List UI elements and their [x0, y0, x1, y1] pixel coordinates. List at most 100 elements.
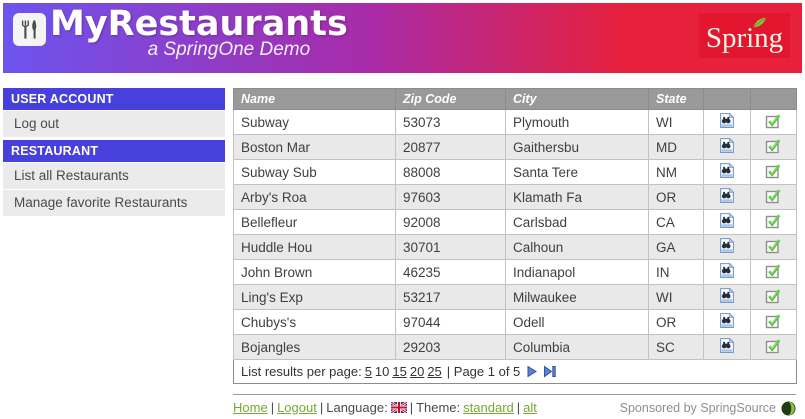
language-label: Language:	[326, 400, 387, 415]
footer-link-home[interactable]: Home	[233, 400, 268, 415]
restaurant-row: Bellefleur 92008 Carlsbad CA	[234, 210, 797, 235]
restaurant-zip: 46235	[396, 260, 506, 285]
view-details-icon[interactable]	[719, 337, 735, 354]
view-details-icon[interactable]	[719, 162, 735, 179]
favorite-cell	[751, 110, 797, 135]
view-details-icon[interactable]	[719, 262, 735, 279]
restaurant-zip: 20877	[396, 135, 506, 160]
title-block: MyRestaurants a SpringOne Demo	[50, 4, 348, 61]
view-details-icon[interactable]	[719, 312, 735, 329]
restaurant-name: Ling's Exp	[234, 285, 396, 310]
view-cell	[704, 110, 751, 135]
per-page-option-15[interactable]: 15	[392, 364, 406, 379]
restaurant-state: GA	[649, 235, 704, 260]
restaurant-city: Calhoun	[506, 235, 649, 260]
restaurant-city: Odell	[506, 310, 649, 335]
next-page-icon[interactable]	[525, 365, 538, 378]
restaurant-row: John Brown 46235 Indianapol IN	[234, 260, 797, 285]
spring-logo: Spring	[699, 13, 790, 58]
view-details-icon[interactable]	[719, 212, 735, 229]
last-page-icon[interactable]	[543, 365, 557, 378]
restaurant-name: Arby's Roa	[234, 185, 396, 210]
view-cell	[704, 160, 751, 185]
view-details-icon[interactable]	[719, 287, 735, 304]
restaurant-state: NM	[649, 160, 704, 185]
table-header-row: Name Zip Code City State	[234, 89, 797, 110]
favorite-cell	[751, 160, 797, 185]
favorite-checked-icon[interactable]	[765, 313, 782, 329]
restaurant-state: IN	[649, 260, 704, 285]
separator: |	[517, 400, 520, 415]
footer-links: Home|Logout|Language:|Theme:standard|alt	[233, 400, 540, 416]
per-page-option-25[interactable]: 25	[427, 364, 441, 379]
view-details-icon[interactable]	[719, 237, 735, 254]
favorite-cell	[751, 210, 797, 235]
restaurant-name: Bellefleur	[234, 210, 396, 235]
restaurant-city: Plymouth	[506, 110, 649, 135]
theme-label: Theme:	[416, 400, 460, 415]
view-cell	[704, 185, 751, 210]
per-page-option-5[interactable]: 5	[365, 364, 372, 379]
restaurant-city: Gaithersbu	[506, 135, 649, 160]
view-cell	[704, 260, 751, 285]
restaurant-zip: 88008	[396, 160, 506, 185]
sidebar-header-restaurant: RESTAURANT	[3, 140, 225, 162]
favorite-checked-icon[interactable]	[765, 138, 782, 154]
favorite-checked-icon[interactable]	[765, 163, 782, 179]
sidebar-item-logout[interactable]: Log out	[3, 111, 225, 137]
per-page-option-10-current: 10	[375, 364, 389, 379]
favorite-cell	[751, 260, 797, 285]
favorite-cell	[751, 335, 797, 360]
restaurant-name: Bojangles	[234, 335, 396, 360]
restaurant-row: Subway 53073 Plymouth WI	[234, 110, 797, 135]
sidebar-item-list-all-restaurants[interactable]: List all Restaurants	[3, 163, 225, 189]
favorite-checked-icon[interactable]	[765, 288, 782, 304]
restaurant-city: Indianapol	[506, 260, 649, 285]
sidebar-header-user-account: USER ACCOUNT	[3, 88, 225, 110]
utensils-icon	[13, 13, 46, 46]
favorite-checked-icon[interactable]	[765, 113, 782, 129]
favorite-checked-icon[interactable]	[765, 263, 782, 279]
springsource-logo-icon	[781, 401, 796, 416]
restaurant-row: Ling's Exp 53217 Milwaukee WI	[234, 285, 797, 310]
footer-link-logout[interactable]: Logout	[277, 400, 317, 415]
favorite-cell	[751, 135, 797, 160]
restaurant-city: Carlsbad	[506, 210, 649, 235]
uk-flag-icon[interactable]	[391, 401, 407, 416]
favorite-cell	[751, 310, 797, 335]
view-cell	[704, 285, 751, 310]
sponsored-text: Sponsored by SpringSource	[620, 401, 776, 415]
view-details-icon[interactable]	[719, 187, 735, 204]
theme-link-alt[interactable]: alt	[523, 400, 537, 415]
sidebar-item-manage-favorite-restaurants[interactable]: Manage favorite Restaurants	[3, 190, 225, 216]
per-page-option-20[interactable]: 20	[410, 364, 424, 379]
restaurant-city: Milwaukee	[506, 285, 649, 310]
pagination-row: List results per page:510152025| Page 1 …	[234, 360, 797, 384]
view-details-icon[interactable]	[719, 112, 735, 129]
view-cell	[704, 310, 751, 335]
restaurant-row: Chubys's 97044 Odell OR	[234, 310, 797, 335]
footer: Home|Logout|Language:|Theme:standard|alt…	[233, 394, 796, 416]
theme-link-standard[interactable]: standard	[463, 400, 514, 415]
app-header: MyRestaurants a SpringOne Demo Spring	[3, 3, 802, 73]
restaurant-row: Boston Mar 20877 Gaithersbu MD	[234, 135, 797, 160]
restaurant-state: SC	[649, 335, 704, 360]
favorite-cell	[751, 285, 797, 310]
column-name: Name	[234, 89, 396, 110]
view-cell	[704, 235, 751, 260]
favorite-checked-icon[interactable]	[765, 213, 782, 229]
favorite-checked-icon[interactable]	[765, 188, 782, 204]
favorite-checked-icon[interactable]	[765, 338, 782, 354]
separator: |	[271, 400, 274, 415]
restaurant-row: Huddle Hou 30701 Calhoun GA	[234, 235, 797, 260]
favorite-cell	[751, 185, 797, 210]
restaurant-name: John Brown	[234, 260, 396, 285]
restaurant-state: WI	[649, 285, 704, 310]
restaurant-zip: 92008	[396, 210, 506, 235]
view-cell	[704, 335, 751, 360]
restaurant-zip: 97603	[396, 185, 506, 210]
favorite-checked-icon[interactable]	[765, 238, 782, 254]
view-details-icon[interactable]	[719, 137, 735, 154]
restaurant-name: Huddle Hou	[234, 235, 396, 260]
restaurant-table: Name Zip Code City State Subway 53073 Pl…	[233, 88, 797, 384]
